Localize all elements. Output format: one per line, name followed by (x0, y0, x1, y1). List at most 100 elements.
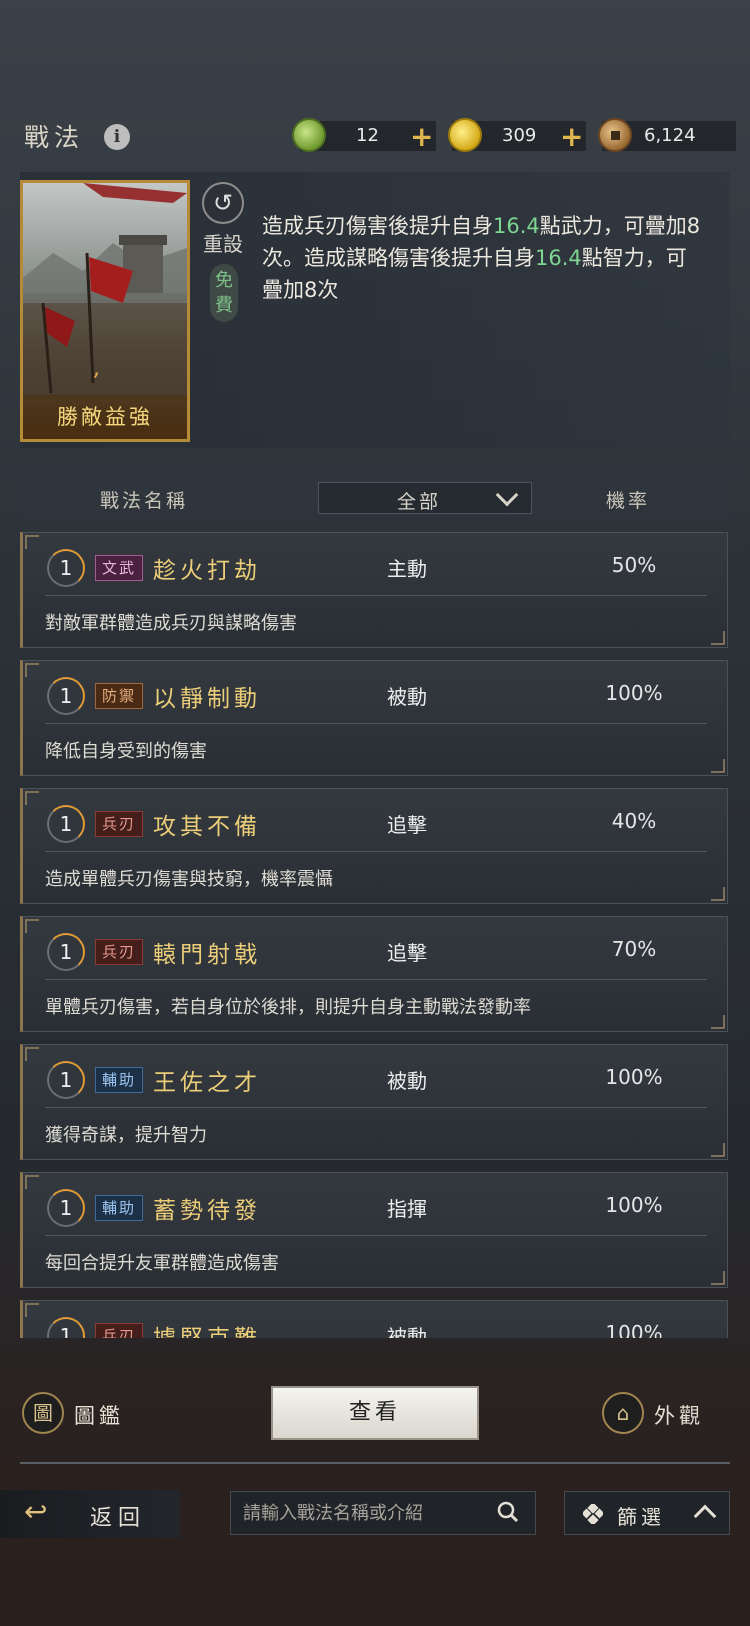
row-divider (45, 723, 707, 724)
skill-type: 追擊 (387, 813, 427, 837)
skill-summary: 對敵軍群體造成兵刃與謀略傷害 (45, 613, 297, 634)
skill-row[interactable]: 1 兵刃 轅門射戟 追擊 70% 單體兵刃傷害，若自身位於後排，則提升自身主動戰… (20, 916, 728, 1032)
svg-text:,: , (93, 356, 100, 381)
filter-button[interactable]: 篩選 (564, 1491, 730, 1535)
skill-name: 據堅克難 (153, 1319, 261, 1338)
skill-category-tag: 兵刃 (95, 1323, 144, 1338)
skill-summary: 降低自身受到的傷害 (45, 741, 207, 762)
skill-category-tag: 文武 (95, 555, 144, 581)
filter-diamond-icon (583, 1504, 603, 1524)
chevron-up-icon (693, 1504, 717, 1528)
skill-level-ring: 1 (47, 805, 85, 843)
skill-category-tag: 輔助 (95, 1195, 144, 1221)
free-badge: 免費 (210, 264, 238, 322)
skill-rate: 70% (611, 937, 657, 961)
skill-type: 指揮 (387, 1197, 427, 1221)
back-label: 返回 (90, 1506, 147, 1531)
skill-card-name: 勝敵益強 (23, 395, 187, 439)
skill-summary: 每回合提升友軍群體造成傷害 (45, 1253, 279, 1274)
skill-name: 王佐之才 (153, 1070, 261, 1096)
skill-summary: 獲得奇謀，提升智力 (45, 1125, 207, 1146)
skill-type: 被動 (387, 685, 427, 709)
gold-coin-icon (448, 118, 482, 152)
reset-icon[interactable]: ↺ (202, 182, 244, 224)
skill-row[interactable]: 1 文武 趁火打劫 主動 50% 對敵軍群體造成兵刃與謀略傷害 (20, 532, 728, 648)
appearance-button[interactable]: ⌂ 外觀 (602, 1392, 722, 1436)
skill-rate: 100% (605, 681, 663, 705)
category-filter-dropdown[interactable]: 全部 (318, 482, 532, 514)
skill-category-tag: 輔助 (95, 1067, 144, 1093)
skill-level-ring: 1 (47, 549, 85, 587)
skill-type: 被動 (387, 1325, 427, 1338)
jade-count: 12 (356, 125, 379, 146)
view-button[interactable]: 查看 (271, 1386, 479, 1440)
skill-name: 趁火打劫 (153, 558, 261, 584)
row-divider (45, 979, 707, 980)
back-button[interactable]: ↩ 返回 (0, 1490, 180, 1538)
skill-name: 攻其不備 (153, 814, 261, 840)
filter-label: 篩選 (617, 1505, 665, 1529)
skill-category-tag: 兵刃 (95, 939, 144, 965)
row-divider (45, 1235, 707, 1236)
bottom-divider (20, 1462, 730, 1464)
skill-row[interactable]: 1 輔助 蓄勢待發 指揮 100% 每回合提升友軍群體造成傷害 (20, 1172, 728, 1288)
add-gold-button[interactable]: + (560, 120, 583, 153)
desc-value-2: 16.4 (535, 246, 582, 270)
search-icon[interactable] (497, 1501, 519, 1523)
skill-card[interactable]: , 勝敵益強 (20, 180, 190, 442)
skill-level-ring: 1 (47, 1317, 85, 1338)
skill-rate: 100% (605, 1321, 663, 1338)
appearance-label: 外觀 (654, 1404, 704, 1428)
skill-type: 主動 (387, 557, 427, 581)
info-icon[interactable]: i (104, 124, 130, 150)
skill-rate: 40% (611, 809, 657, 833)
atlas-icon: 圖 (22, 1392, 64, 1434)
atlas-label: 圖鑑 (74, 1404, 124, 1428)
skill-name: 以靜制動 (153, 686, 261, 712)
atlas-button[interactable]: 圖 圖鑑 (22, 1392, 142, 1436)
skill-type: 被動 (387, 1069, 427, 1093)
skill-rate: 100% (605, 1193, 663, 1217)
skill-name: 轅門射戟 (153, 942, 261, 968)
copper-count: 6,124 (644, 125, 696, 146)
desc-text-1: 造成兵刃傷害後提升自身 (262, 214, 493, 238)
skill-level-ring: 1 (47, 1189, 85, 1227)
copper-coin-icon (598, 118, 632, 152)
row-divider (45, 1107, 707, 1108)
column-skill-name: 戰法名稱 (100, 490, 189, 512)
chevron-down-icon (495, 483, 519, 507)
resource-copper: 6,124 (598, 118, 736, 152)
skill-name: 蓄勢待發 (153, 1198, 261, 1224)
skill-description: 造成兵刃傷害後提升自身16.4點武力，可疊加8次。造成謀略傷害後提升自身16.4… (262, 210, 702, 306)
skill-category-tag: 兵刃 (95, 811, 144, 837)
jade-coin-icon (292, 118, 326, 152)
skill-row[interactable]: 1 輔助 王佐之才 被動 100% 獲得奇謀，提升智力 (20, 1044, 728, 1160)
search-input[interactable] (243, 1500, 483, 1526)
search-box[interactable] (230, 1491, 536, 1535)
skill-table-header: 戰法名稱 全部 機率 (20, 478, 730, 518)
reset-panel: ↺ 重設 免費 (202, 182, 246, 322)
gold-count: 309 (502, 125, 537, 146)
skill-category-tag: 防禦 (95, 683, 144, 709)
row-divider (45, 595, 707, 596)
reset-label[interactable]: 重設 (202, 230, 244, 258)
skill-summary: 造成單體兵刃傷害與技窮，機率震懾 (45, 869, 333, 890)
resource-gold: 309 + (448, 118, 586, 153)
column-rate: 機率 (606, 490, 651, 512)
category-filter-value: 全部 (397, 491, 442, 513)
skill-row[interactable]: 1 兵刃 攻其不備 追擊 40% 造成單體兵刃傷害與技窮，機率震懾 (20, 788, 728, 904)
skill-list[interactable]: 1 文武 趁火打劫 主動 50% 對敵軍群體造成兵刃與謀略傷害 1 防禦 以靜制… (20, 532, 730, 1338)
skill-row[interactable]: 1 防禦 以靜制動 被動 100% 降低自身受到的傷害 (20, 660, 728, 776)
skill-row[interactable]: 1 兵刃 據堅克難 被動 100% (20, 1300, 728, 1338)
pavilion-icon: ⌂ (602, 1392, 644, 1434)
skill-level-ring: 1 (47, 933, 85, 971)
resource-jade: 12 + (292, 118, 436, 153)
battle-flag-illustration: , (23, 183, 187, 399)
page-title: 戰法 (24, 123, 85, 152)
skill-rate: 100% (605, 1065, 663, 1089)
back-arrow-icon: ↩ (24, 1495, 48, 1528)
desc-value-1: 16.4 (493, 214, 540, 238)
add-jade-button[interactable]: + (410, 120, 433, 153)
skill-rate: 50% (611, 553, 657, 577)
skill-level-ring: 1 (47, 677, 85, 715)
